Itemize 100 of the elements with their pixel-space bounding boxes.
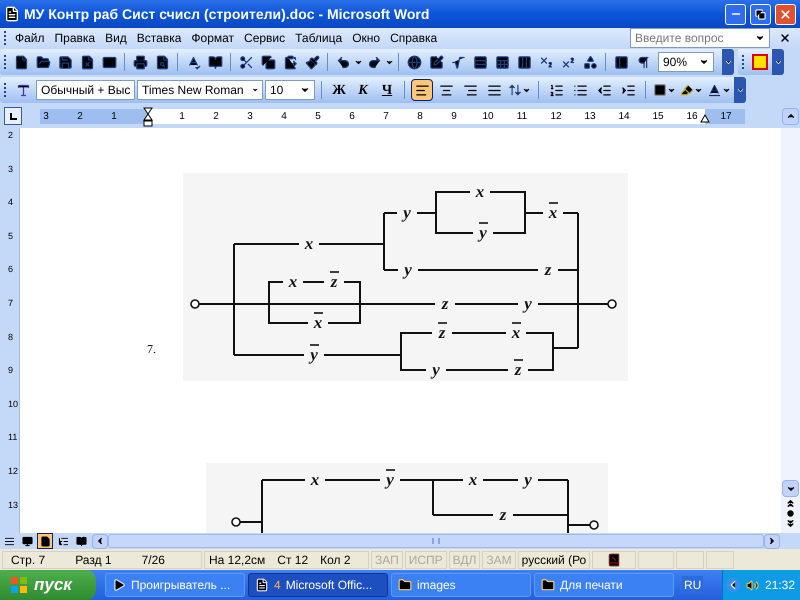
ruler-number: 1 [179, 110, 185, 124]
format-button[interactable]: Ж [328, 79, 350, 101]
menu-item[interactable]: Таблица [290, 29, 348, 47]
scroll-left-button[interactable] [92, 534, 108, 548]
menu-item[interactable]: Справка [385, 29, 442, 47]
variable-label: y [524, 294, 532, 313]
play-icon [112, 578, 126, 592]
toolbar-options-button[interactable] [734, 77, 746, 103]
paragraph-mark-icon [636, 54, 650, 70]
variable-label: y [386, 469, 395, 489]
ruler-number: 13 [584, 110, 596, 124]
variable-label: x [314, 312, 323, 332]
toolbar-options-button[interactable] [772, 49, 784, 75]
normal-view-icon [4, 536, 14, 546]
zoom-field[interactable]: 90% [658, 52, 714, 72]
format-button[interactable]: К [352, 79, 374, 101]
show-hidden-icons-icon[interactable] [726, 578, 740, 592]
page-number: Стр. 7 [11, 552, 46, 568]
left-tab-icon [10, 112, 16, 120]
tab-stop-button[interactable] [4, 107, 22, 125]
style-field[interactable]: Обычный + Выс [36, 80, 135, 100]
variable-label: x [468, 470, 478, 489]
status-pane [638, 550, 674, 568]
previous-page-icon[interactable] [785, 498, 796, 509]
menu-item[interactable]: Файл [10, 29, 50, 47]
variable-label: y [404, 260, 412, 279]
language-indicator: русский (Ро [518, 550, 590, 568]
save-icon [58, 54, 72, 70]
document-map-icon [614, 54, 628, 70]
format-button[interactable]: Ч [376, 79, 398, 101]
variable-label: z [544, 260, 552, 279]
ruler-number: 7 [8, 298, 14, 308]
document-block-icon [80, 54, 94, 70]
ruler-number: 11 [516, 110, 528, 124]
restore-button[interactable] [750, 4, 771, 24]
variable-label: y [310, 344, 319, 364]
align-right-icon [462, 82, 478, 98]
ruler-number: 3 [43, 110, 49, 124]
keyboard-language[interactable]: RU [682, 576, 704, 594]
taskbar-button[interactable]: Для печати [534, 573, 674, 597]
horizontal-scrollbar-thumb[interactable] [108, 534, 764, 548]
ruler-number: 6 [8, 264, 14, 274]
variable-label: x [512, 322, 521, 342]
indent-marker-icon[interactable] [143, 106, 153, 126]
vertical-scrollbar[interactable] [781, 128, 800, 533]
cursor-position: На 12,2см [209, 552, 266, 568]
variable-label: z [500, 505, 506, 524]
scroll-right-button[interactable] [764, 534, 780, 548]
ruler-number: 12 [550, 110, 562, 124]
line-number: Ст 12 [277, 552, 308, 568]
ruler-number: 10 [8, 398, 18, 409]
grip-icon [432, 538, 440, 544]
right-indent-marker-icon[interactable] [700, 114, 710, 122]
highlighter-icon [680, 83, 694, 97]
figure-number: 7. [147, 341, 157, 358]
variable-label: x [304, 234, 314, 253]
superscript-icon [560, 54, 576, 70]
taskbar-button[interactable]: 4 Microsoft Offic... [248, 573, 388, 597]
research-icon [208, 54, 222, 70]
variable-label: y [403, 203, 411, 222]
next-page-icon[interactable] [785, 518, 796, 529]
ruler-number: 8 [8, 332, 14, 342]
print-layout-button[interactable] [37, 533, 53, 549]
scroll-down-button[interactable] [782, 480, 799, 497]
format-painter-icon [304, 54, 320, 70]
web-view-icon [22, 536, 32, 546]
taskbar-button[interactable]: Проигрыватель ... [105, 573, 245, 597]
font-field[interactable]: Times New Roman [137, 80, 263, 100]
help-search-field[interactable]: Введите вопрос [630, 28, 770, 48]
browse-object-icon[interactable] [787, 510, 794, 517]
macro-icon[interactable] [752, 54, 768, 70]
menu-item[interactable]: Правка [50, 29, 100, 47]
column-number: Кол 2 [320, 552, 351, 568]
status-pane [676, 550, 704, 568]
close-icon [779, 8, 792, 20]
spelling-status-icon[interactable] [607, 552, 622, 566]
scroll-up-button[interactable] [782, 108, 799, 124]
decrease-indent-icon [596, 82, 612, 98]
ruler-number: 3 [247, 110, 253, 124]
styles-icon [16, 82, 30, 98]
speaker-icon[interactable] [746, 578, 759, 592]
menu-item[interactable]: Сервис [239, 29, 290, 47]
toolbar-options-button[interactable] [722, 49, 734, 75]
outline-view-icon [58, 536, 68, 546]
taskbar-button[interactable]: images [391, 573, 531, 597]
increase-indent-icon [620, 82, 636, 98]
reading-view-icon [76, 536, 86, 546]
ruler-number: 2 [8, 130, 14, 140]
close-button[interactable] [775, 4, 796, 24]
menu-item[interactable]: Формат [186, 29, 240, 47]
menu-item[interactable]: Вставка [132, 29, 186, 47]
section-number: Разд 1 [75, 552, 112, 568]
minimize-button[interactable] [725, 4, 746, 24]
menu-item[interactable]: Окно [347, 29, 386, 47]
line-spacing-icon [508, 83, 522, 97]
menu-item[interactable]: Вид [100, 29, 132, 47]
close-icon[interactable] [779, 32, 791, 44]
align-left-button[interactable] [411, 79, 433, 101]
ruler-number: 7 [383, 110, 389, 124]
font-size-field[interactable]: 10 [265, 80, 315, 100]
